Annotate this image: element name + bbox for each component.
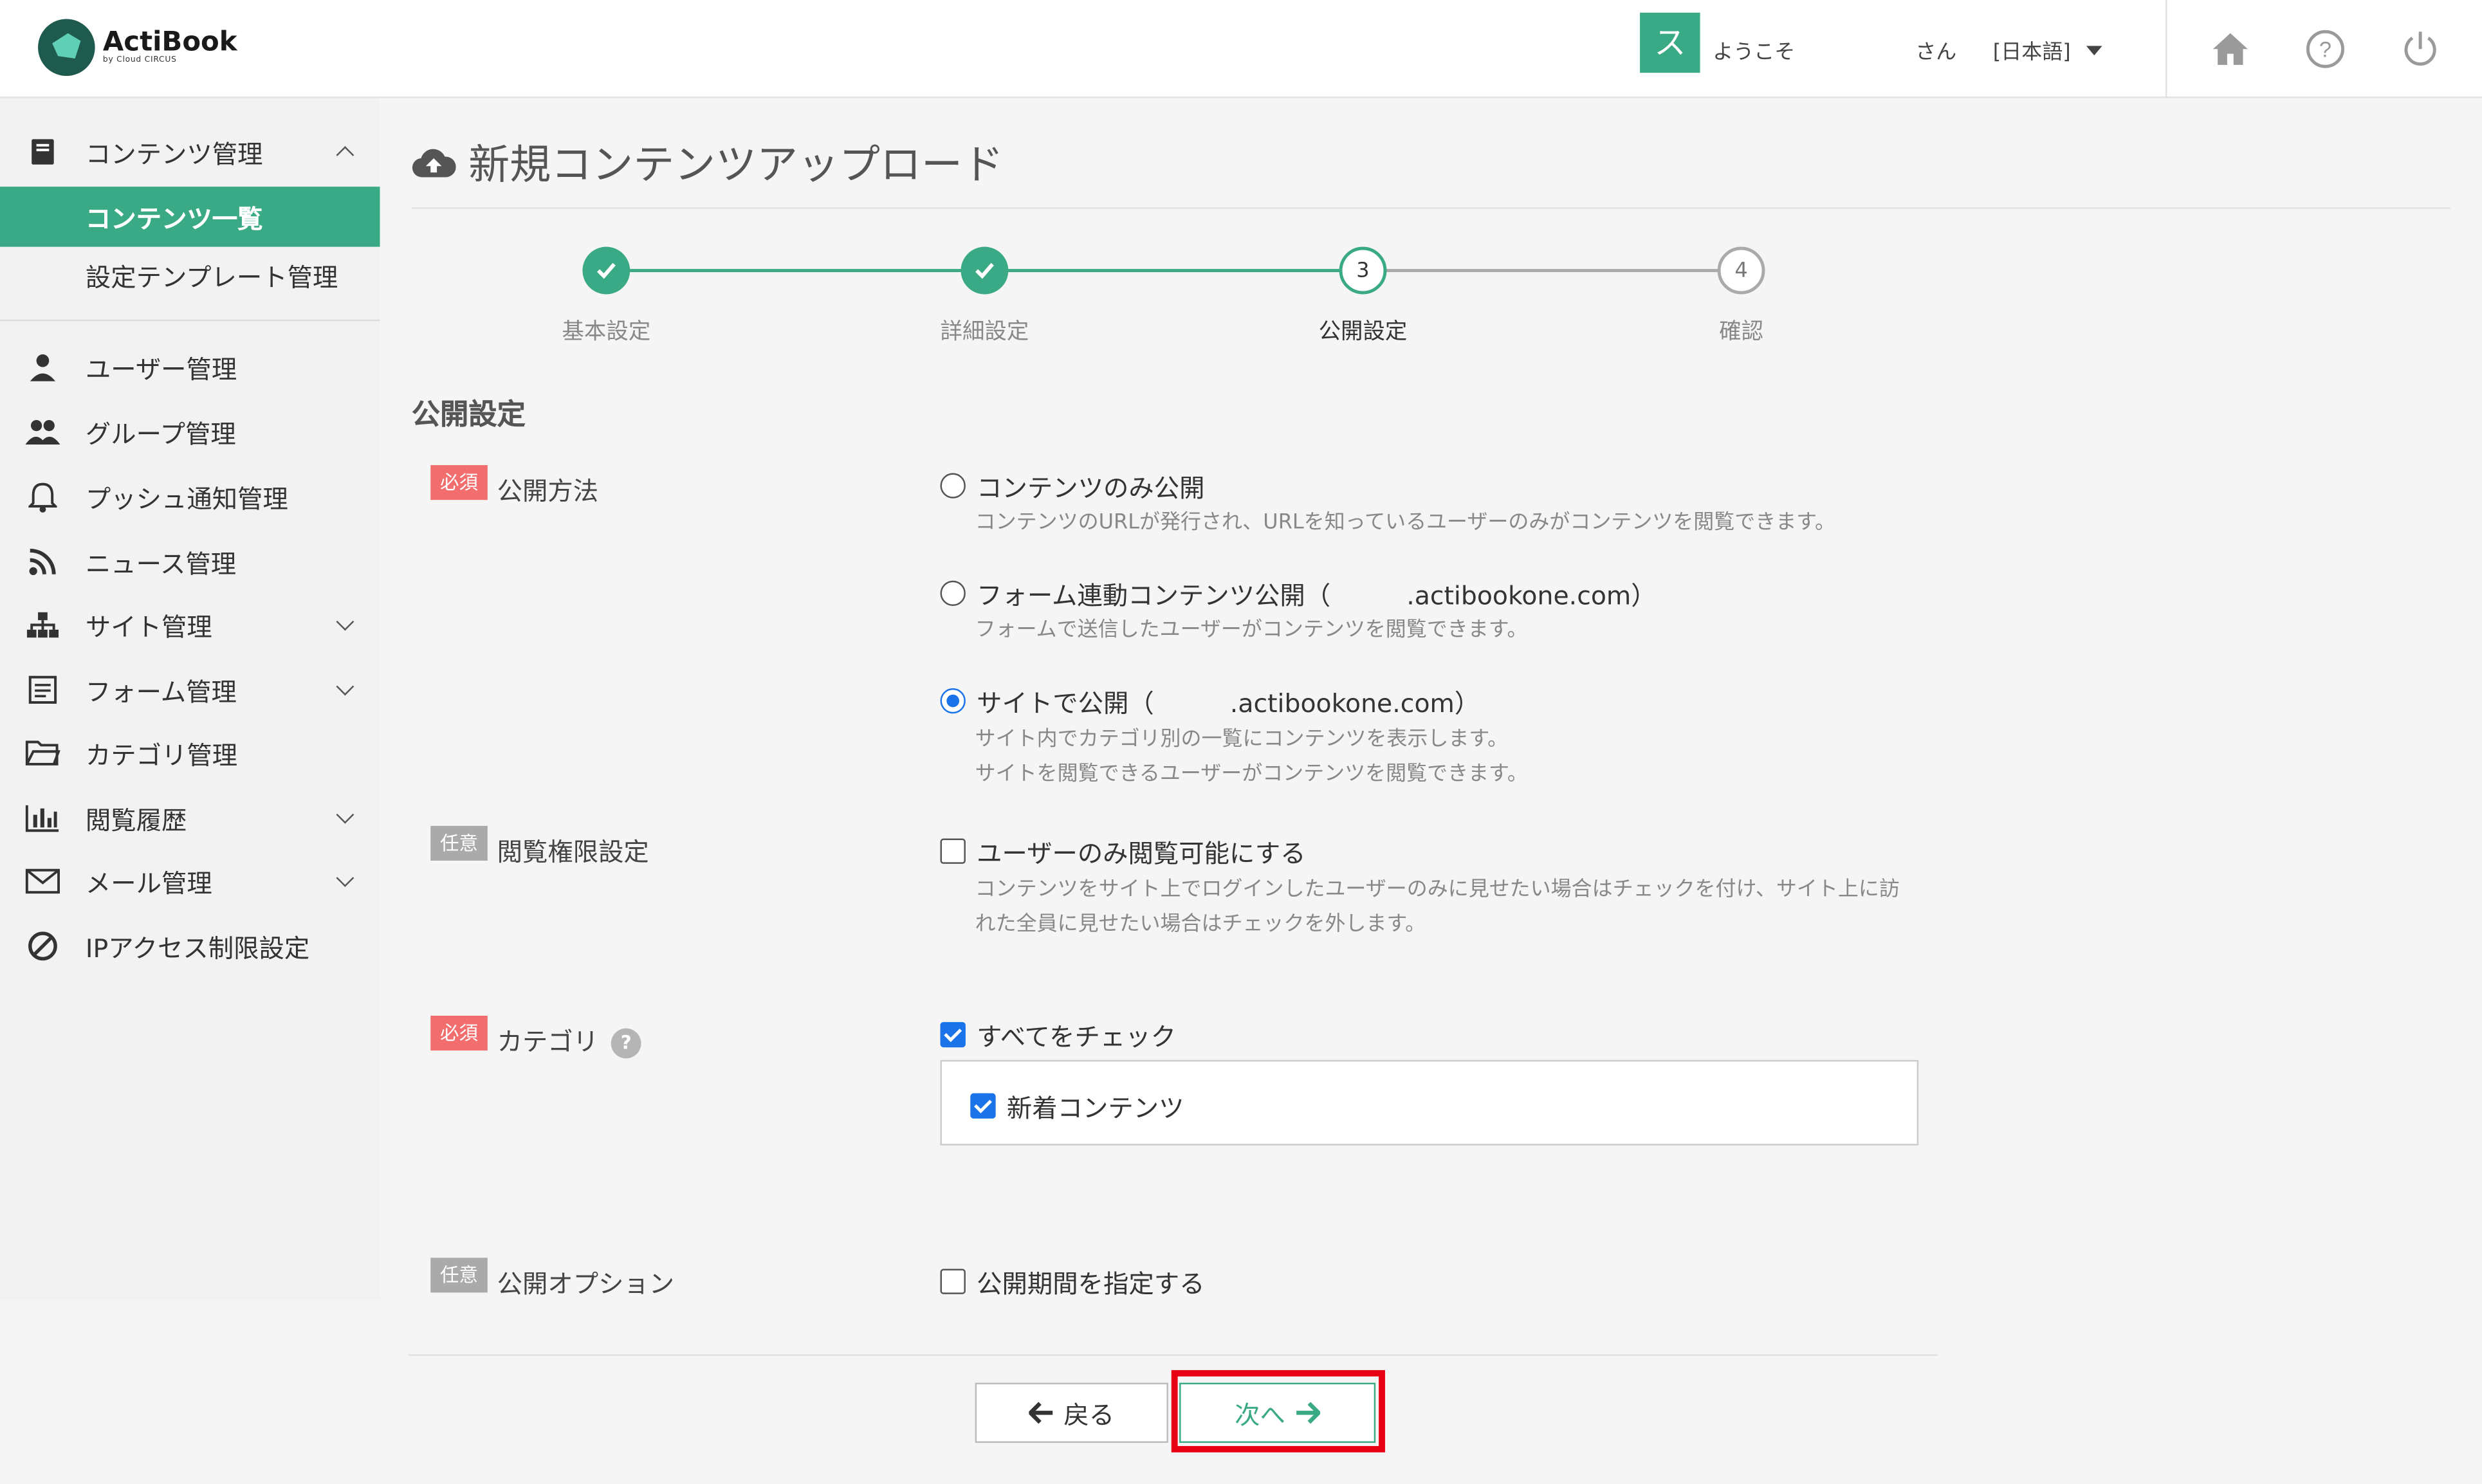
optional-badge: 任意 (430, 825, 488, 861)
option-description: コンテンツのURLが発行され、URLを知っているユーザーのみがコンテンツを閲覧で… (975, 511, 1835, 535)
field-label-category: カテゴリ? (497, 1020, 641, 1059)
section-title: 公開設定 (411, 398, 526, 432)
sidebar-item-content-list[interactable]: コンテンツ一覧 (0, 187, 380, 247)
check-icon (596, 262, 616, 279)
option-description: サイトを閲覧できるユーザーがコンテンツを閲覧できます。 (975, 762, 1528, 787)
form-icon (25, 672, 60, 707)
avatar[interactable]: ス (1640, 12, 1700, 73)
step-label: 確認 (1719, 319, 1763, 345)
cloud-upload-icon (412, 148, 456, 177)
home-icon[interactable] (2210, 28, 2251, 69)
step-4: 4 (1717, 246, 1765, 295)
option-description: サイト内でカテゴリ別の一覧にコンテンツを表示します。 (975, 728, 1509, 752)
required-badge: 必須 (430, 1015, 488, 1051)
required-badge: 必須 (430, 465, 488, 500)
checkbox[interactable] (940, 838, 966, 864)
language-label: [日本語] (1992, 41, 2071, 65)
power-icon[interactable] (2400, 28, 2441, 69)
book-icon (25, 134, 60, 169)
bell-icon (25, 479, 60, 514)
sidebar-item-history[interactable]: 閲覧履歴 (0, 789, 380, 847)
sitemap-icon (25, 607, 60, 642)
top-bar: ActiBook by Cloud CIRCUS ス ようこそ さん [日本語]… (0, 0, 2482, 98)
chevron-down-icon (336, 612, 354, 631)
divider (411, 207, 2450, 209)
chevron-down-icon (336, 805, 354, 824)
step-2-done (961, 246, 1009, 295)
honorific-text: さん (1915, 41, 1957, 65)
app-window: ActiBook by Cloud CIRCUS ス ようこそ さん [日本語]… (0, 0, 2482, 1484)
step-label: 詳細設定 (940, 319, 1029, 345)
svg-text:?: ? (2319, 38, 2331, 62)
step-label: 公開設定 (1318, 319, 1408, 345)
radio-button[interactable] (940, 580, 966, 606)
checkbox-checked[interactable] (940, 1021, 966, 1048)
divider (2165, 0, 2167, 98)
option-description: コンテンツをサイト上でログインしたユーザーのみに見せたい場合はチェックを付け、サ… (975, 878, 1900, 902)
category-list: 新着コンテンツ (940, 1059, 1919, 1146)
users-icon (25, 414, 60, 449)
sidebar-item-content-management[interactable]: コンテンツ管理 (0, 124, 380, 181)
sidebar: コンテンツ管理 コンテンツ一覧 設定テンプレート管理 ユーザー管理 グループ管理… (0, 98, 380, 1301)
chart-icon (25, 801, 60, 836)
sidebar-item-form[interactable]: フォーム管理 (0, 661, 380, 719)
check-icon (975, 262, 994, 279)
field-label-publish-method: 公開方法 (497, 476, 599, 507)
help-icon[interactable]: ? (611, 1028, 641, 1059)
radio-button-selected[interactable] (940, 688, 966, 714)
step-3-current: 3 (1339, 246, 1387, 295)
folder-icon (25, 736, 60, 771)
divider (0, 319, 380, 322)
checkbox-category-new[interactable]: 新着コンテンツ (970, 1087, 1184, 1125)
option-description: フォームで送信したユーザーがコンテンツを閲覧できます。 (975, 618, 1528, 643)
radio-site-publish[interactable]: サイトで公開（ .actibookone.com） (940, 682, 1480, 720)
caret-down-icon (2086, 45, 2102, 55)
arrow-left-icon (1029, 1402, 1053, 1424)
sidebar-item-groups[interactable]: グループ管理 (0, 403, 380, 461)
step-label: 基本設定 (562, 319, 651, 345)
language-select[interactable]: [日本語] (1993, 35, 2102, 65)
chevron-down-icon (336, 677, 354, 696)
step-1-done (582, 246, 630, 295)
checkbox-checked[interactable] (970, 1093, 996, 1119)
back-button[interactable]: 戻る (975, 1382, 1168, 1443)
field-label-view-permission: 閲覧権限設定 (497, 837, 649, 867)
user-icon (25, 350, 60, 385)
sidebar-item-site[interactable]: サイト管理 (0, 596, 380, 654)
app-name: ActiBook (102, 26, 237, 59)
sidebar-item-news[interactable]: ニュース管理 (0, 533, 380, 591)
checkbox-publish-period[interactable]: 公開期間を指定する (940, 1263, 1204, 1301)
ban-icon (25, 929, 60, 964)
sidebar-item-category[interactable]: カテゴリ管理 (0, 724, 380, 782)
mail-icon (25, 864, 60, 899)
sidebar-item-ip-restriction[interactable]: IPアクセス制限設定 (0, 918, 380, 975)
chevron-down-icon (336, 869, 354, 887)
checkbox-users-only[interactable]: ユーザーのみ閲覧可能にする (940, 832, 1306, 870)
checkbox[interactable] (940, 1269, 966, 1294)
rss-icon (25, 544, 60, 579)
radio-button[interactable] (940, 473, 966, 499)
welcome-text: ようこそ (1713, 41, 1796, 65)
sidebar-item-template-management[interactable]: 設定テンプレート管理 (0, 245, 380, 305)
optional-badge: 任意 (430, 1258, 488, 1293)
logo-mark-icon (38, 19, 95, 77)
page-title: 新規コンテンツアップロード (412, 133, 1004, 192)
radio-form-linked[interactable]: フォーム連動コンテンツ公開（ .actibookone.com） (940, 574, 1657, 612)
checkbox-check-all[interactable]: すべてをチェック (940, 1016, 1176, 1054)
sidebar-item-mail[interactable]: メール管理 (0, 853, 380, 910)
sidebar-item-push[interactable]: プッシュ通知管理 (0, 468, 380, 526)
divider (408, 1354, 1938, 1356)
main-content: 新規コンテンツアップロード 3 4 基本設定 詳細設定 公開設定 確認 公開設定… (380, 98, 2482, 1484)
highlight-box (1171, 1369, 1385, 1452)
radio-content-only[interactable]: コンテンツのみ公開 (940, 467, 1204, 505)
help-icon[interactable]: ? (2304, 28, 2346, 69)
chevron-up-icon (336, 146, 354, 164)
logo[interactable]: ActiBook by Cloud CIRCUS (38, 19, 237, 77)
field-label-publish-option: 公開オプション (497, 1269, 675, 1299)
option-description: れた全員に見せたい場合はチェックを外します。 (975, 913, 1426, 937)
sidebar-item-users[interactable]: ユーザー管理 (0, 338, 380, 396)
